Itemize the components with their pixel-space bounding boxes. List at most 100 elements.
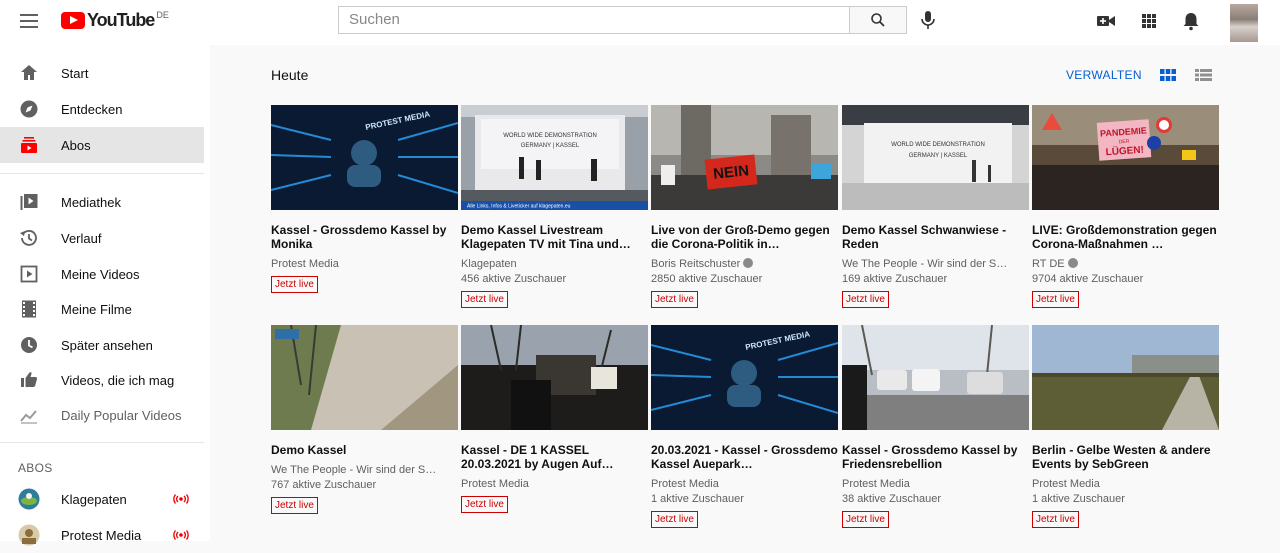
my-videos-icon [20,265,38,283]
channel-name[interactable]: Protest Media [271,257,458,272]
verified-check-icon [1067,258,1078,268]
viewer-count: 1 aktive Zuschauer [1032,493,1125,505]
sidebar-item-label: Start [61,65,89,81]
channel-name-text[interactable]: Boris Reitschuster [651,258,740,270]
video-card[interactable]: Berlin - Gelbe Westen & andere Events by… [1032,325,1219,528]
sidebar-item-label: Später ansehen [61,337,153,353]
watch-later-icon [21,337,37,353]
section-title: Heute [271,67,309,83]
channel-name[interactable]: Protest Media [1032,477,1219,492]
create-video-icon[interactable] [1095,11,1117,31]
video-title[interactable]: LIVE: Großdemonstration gegen Corona-Maß… [1032,223,1219,251]
svg-text:WORLD WIDE DEMONSTRATION: WORLD WIDE DEMONSTRATION [891,142,985,148]
video-title[interactable]: Live von der Groß-Demo gegen die Corona-… [651,223,838,251]
manage-link[interactable]: VERWALTEN [1066,68,1142,82]
grid-view-icon[interactable] [1160,69,1176,81]
video-card[interactable]: PROTEST MEDIA 20.03.2021 - Kassel - Gros… [650,325,839,528]
channel-name[interactable]: Protest Media [651,477,838,492]
svg-text:DER: DER [1119,139,1130,146]
video-card[interactable]: PROTEST MEDIA Kassel - Grossdemo Kassel … [270,105,459,293]
svg-text:Alle Links, Infos & Liveticker: Alle Links, Infos & Liveticker auf klage… [467,204,571,210]
sidebar-item-meine-filme[interactable]: Meine Filme [0,291,204,327]
viewer-count: 169 aktive Zuschauer [842,273,948,285]
subscriptions-icon [21,137,37,153]
search-button[interactable] [849,6,907,34]
sidebar-item-meine-videos[interactable]: Meine Videos [0,256,204,292]
sidebar-item-mediathek[interactable]: Mediathek [0,184,204,220]
sidebar-item-videos-die-ich-mag[interactable]: Videos, die ich mag [0,362,204,398]
channel-name[interactable]: RT DE [1032,257,1219,272]
channel-name-text[interactable]: RT DE [1032,258,1065,270]
sidebar-item-label: Abos [61,137,91,153]
live-badge: Jetzt live [842,511,889,528]
video-title[interactable]: Kassel - DE 1 KASSEL 20.03.2021 by Augen… [461,443,648,471]
viewer-count: 38 aktive Zuschauer [842,493,942,505]
channel-name[interactable]: We The People - Wir sind der S… [271,463,458,478]
channel-name[interactable]: Klagepaten [461,257,648,272]
live-badge: Jetzt live [1032,511,1079,528]
sidebar-item-label: Mediathek [61,194,121,210]
live-broadcast-icon [173,494,189,504]
microphone-icon[interactable] [918,9,938,31]
notifications-bell-icon[interactable] [1180,11,1202,31]
apps-grid-icon[interactable] [1138,11,1160,31]
channel-name[interactable]: Protest Media [842,477,1029,492]
sidebar-item-spaeter-ansehen[interactable]: Später ansehen [0,327,204,363]
video-thumbnail[interactable]: PANDEMIE DER LÜGEN! [1032,105,1219,210]
sidebar-item-label: Videos, die ich mag [61,372,175,388]
menu-icon[interactable] [20,14,38,28]
channel-name[interactable]: Protest Media [461,477,648,492]
video-card[interactable]: Kassel - DE 1 KASSEL 20.03.2021 by Augen… [461,324,648,513]
video-card[interactable]: Kassel - Grossdemo Kassel by Friedensreb… [842,324,1029,528]
play-logo-icon [61,12,85,29]
channel-name[interactable]: We The People - Wir sind der S… [842,257,1029,272]
list-view-icon[interactable] [1195,69,1212,81]
youtube-logo[interactable]: YouTube DE [61,9,169,33]
video-card[interactable]: PANDEMIE DER LÜGEN! LIVE: Großdemonstrat… [1032,105,1219,308]
video-title[interactable]: Demo Kassel [271,443,458,457]
sidebar-channel-klagepaten[interactable]: Klagepaten [0,481,204,517]
video-title[interactable]: Berlin - Gelbe Westen & andere Events by… [1032,443,1219,471]
video-thumbnail[interactable]: PROTEST MEDIA [650,325,839,430]
viewer-count: 2850 aktive Zuschauer [651,273,763,285]
sidebar-item-label: Daily Popular Videos [61,407,182,423]
sidebar-item-label: Verlauf [61,230,102,246]
video-card[interactable]: NEIN Live von der Groß-Demo gegen die Co… [651,105,838,308]
live-badge: Jetzt live [271,276,318,293]
channel-name[interactable]: Boris Reitschuster [651,257,838,272]
logo-country: DE [156,10,169,20]
video-title[interactable]: Demo Kassel Livestream Klagepaten TV mit… [461,223,648,251]
video-thumbnail[interactable]: NEIN [651,105,838,210]
video-thumbnail[interactable]: WORLD WIDE DEMONSTRATION GERMANY | KASSE… [842,105,1029,210]
history-icon [20,230,37,246]
video-thumbnail[interactable] [1032,325,1219,430]
video-thumbnail[interactable] [842,324,1029,430]
sidebar-item-daily-popular-videos[interactable]: Daily Popular Videos [0,397,204,433]
sidebar-item-verlauf[interactable]: Verlauf [0,220,204,256]
video-thumbnail[interactable] [461,324,648,430]
svg-text:WORLD WIDE DEMONSTRATION: WORLD WIDE DEMONSTRATION [503,133,597,139]
video-card[interactable]: Demo Kassel We The People - Wir sind der… [271,324,458,514]
sidebar-item-entdecken[interactable]: Entdecken [0,91,204,127]
viewer-count: 1 aktive Zuschauer [651,493,744,505]
home-icon [21,65,37,80]
video-thumbnail[interactable]: WORLD WIDE DEMONSTRATION GERMANY | KASSE… [461,105,648,210]
channel-avatar-klagepaten [18,488,40,510]
video-card[interactable]: WORLD WIDE DEMONSTRATION GERMANY | KASSE… [461,105,648,308]
abos-section-title: ABOS [18,461,53,475]
user-avatar[interactable] [1230,4,1258,42]
live-badge: Jetzt live [461,496,508,513]
video-title[interactable]: Demo Kassel Schwanwiese - Reden [842,223,1029,251]
sidebar-channel-protest-media[interactable]: Protest Media [0,517,204,553]
video-title[interactable]: 20.03.2021 - Kassel - Grossdemo Kassel A… [651,443,838,471]
search-input[interactable]: Suchen [338,6,850,34]
video-title[interactable]: Kassel - Grossdemo Kassel by Friedensreb… [842,443,1029,471]
film-icon [22,300,36,318]
channel-avatar-protest-media [18,524,40,546]
video-thumbnail[interactable]: PROTEST MEDIA [270,105,459,210]
sidebar-item-abos[interactable]: Abos [0,127,204,163]
video-title[interactable]: Kassel - Grossdemo Kassel by Monika [271,223,458,251]
video-thumbnail[interactable] [271,324,458,430]
sidebar-item-start[interactable]: Start [0,55,204,91]
video-card[interactable]: WORLD WIDE DEMONSTRATION GERMANY | KASSE… [842,105,1029,308]
